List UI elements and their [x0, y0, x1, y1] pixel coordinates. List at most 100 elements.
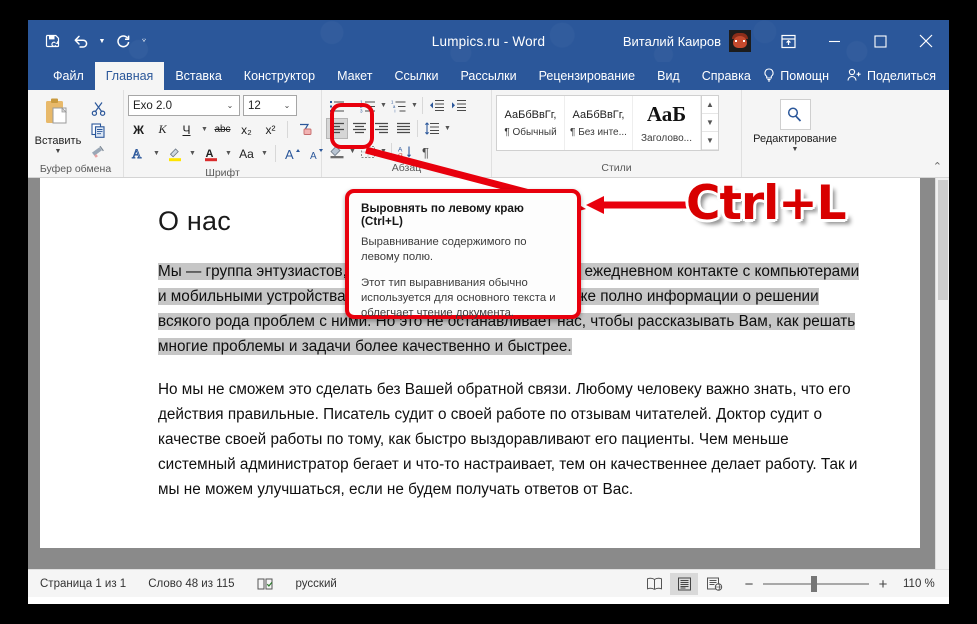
justify-button[interactable] — [392, 118, 414, 139]
svg-text:¶: ¶ — [422, 145, 429, 159]
font-name-input[interactable]: Exo 2.0 ⌄ — [128, 95, 240, 116]
tab-mailings[interactable]: Рассылки — [449, 62, 527, 90]
svg-text:A: A — [132, 146, 142, 161]
maximize-icon[interactable] — [857, 20, 903, 62]
numbering-button[interactable]: 123 — [357, 95, 379, 116]
save-icon[interactable] — [40, 28, 66, 54]
redo-icon[interactable] — [110, 28, 136, 54]
ribbon: Вставить ▼ Буфер обмена Exo 2.0 ⌄ 12 ⌄ Ж… — [28, 90, 949, 179]
avatar[interactable] — [729, 30, 751, 52]
tab-insert[interactable]: Вставка — [164, 62, 232, 90]
document-scrollbar[interactable] — [935, 178, 949, 569]
share-person-icon — [847, 68, 862, 85]
user-account-name[interactable]: Виталий Каиров — [623, 34, 721, 49]
chevron-down-icon[interactable]: ⌄ — [280, 101, 294, 110]
paste-button[interactable]: Вставить ▼ — [32, 95, 84, 156]
tell-me-button[interactable]: Помощн — [754, 67, 838, 85]
superscript-button[interactable]: x² — [260, 119, 281, 140]
tab-review[interactable]: Рецензирование — [528, 62, 647, 90]
style-heading[interactable]: АаБ Заголово... — [633, 96, 701, 150]
tab-home[interactable]: Главная — [94, 62, 165, 90]
proofing-icon[interactable] — [257, 577, 274, 591]
undo-icon[interactable] — [68, 28, 94, 54]
highlight-dropdown-icon[interactable]: ▼ — [188, 150, 197, 157]
status-language[interactable]: русский — [296, 578, 337, 590]
clear-formatting-button[interactable] — [294, 119, 315, 140]
underline-button[interactable]: Ч — [176, 119, 197, 140]
decrease-indent-button[interactable] — [426, 95, 448, 116]
style-normal[interactable]: АаБбВвГг, ¶ Обычный — [497, 96, 565, 150]
copy-button[interactable] — [86, 120, 110, 141]
bullets-button[interactable] — [326, 95, 348, 116]
zoom-slider-thumb[interactable] — [811, 576, 817, 592]
multilevel-dropdown-icon[interactable]: ▼ — [410, 102, 419, 109]
styles-scrollbar[interactable]: ▲ ▼ ▼ — [701, 96, 718, 150]
tab-references[interactable]: Ссылки — [383, 62, 449, 90]
styles-more-icon[interactable]: ▼ — [702, 132, 718, 150]
minimize-icon[interactable] — [811, 20, 857, 62]
underline-dropdown-icon[interactable]: ▼ — [200, 126, 209, 133]
multilevel-list-button[interactable]: 1ai — [388, 95, 410, 116]
close-icon[interactable] — [903, 20, 949, 62]
web-layout-icon[interactable] — [700, 573, 728, 595]
print-layout-icon[interactable] — [670, 573, 698, 595]
change-case-dropdown-icon[interactable]: ▼ — [260, 150, 269, 157]
show-formatting-marks-button[interactable]: ¶ — [417, 141, 439, 162]
increase-indent-button[interactable] — [448, 95, 470, 116]
editing-dropdown-icon[interactable]: ▼ — [792, 146, 799, 154]
text-effects-dropdown-icon[interactable]: ▼ — [152, 150, 161, 157]
sort-button[interactable]: AЯ — [395, 141, 417, 162]
align-right-button[interactable] — [370, 118, 392, 139]
read-mode-icon[interactable] — [640, 573, 668, 595]
divider — [417, 120, 418, 137]
styles-scroll-up-icon[interactable]: ▲ — [702, 96, 718, 114]
share-button[interactable]: Поделиться — [838, 68, 945, 85]
font-color-dropdown-icon[interactable]: ▼ — [224, 150, 233, 157]
font-size-input[interactable]: 12 ⌄ — [243, 95, 297, 116]
align-center-button[interactable] — [348, 118, 370, 139]
status-page[interactable]: Страница 1 из 1 — [40, 578, 126, 590]
undo-dropdown-icon[interactable]: ▼ — [96, 28, 108, 54]
strikethrough-button[interactable]: abc — [212, 119, 233, 140]
zoom-slider[interactable] — [763, 576, 869, 592]
document-page[interactable]: О нас Мы — группа энтузиастов, цель кото… — [40, 178, 920, 548]
shading-dropdown-icon[interactable]: ▼ — [348, 148, 357, 155]
zoom-level[interactable]: 110 % — [903, 578, 939, 590]
chevron-down-icon[interactable]: ⌄ — [223, 101, 237, 110]
align-left-button[interactable] — [326, 118, 348, 139]
styles-scroll-down-icon[interactable]: ▼ — [702, 114, 718, 132]
line-spacing-button[interactable] — [421, 118, 443, 139]
subscript-button[interactable]: x₂ — [236, 119, 257, 140]
text-effects-button[interactable]: A — [128, 143, 149, 164]
tab-design[interactable]: Конструктор — [233, 62, 326, 90]
borders-button[interactable] — [357, 141, 379, 162]
zoom-in-button[interactable]: + — [876, 576, 890, 593]
font-color-button[interactable]: A — [200, 143, 221, 164]
style-sample: АаБбВвГг, — [572, 108, 625, 121]
cut-button[interactable] — [86, 98, 110, 119]
zoom-out-button[interactable]: − — [742, 576, 756, 593]
customize-qat-icon[interactable]: ⩒ — [138, 28, 150, 54]
bold-button[interactable]: Ж — [128, 119, 149, 140]
tab-help[interactable]: Справка — [691, 62, 762, 90]
ribbon-display-options-icon[interactable] — [765, 20, 811, 62]
change-case-button[interactable]: Aa — [236, 143, 257, 164]
editing-button[interactable]: Редактирование ▼ — [746, 95, 844, 154]
style-no-spacing[interactable]: АаБбВвГг, ¶ Без инте... — [565, 96, 633, 150]
borders-dropdown-icon[interactable]: ▼ — [379, 148, 388, 155]
scrollbar-thumb[interactable] — [938, 180, 948, 300]
grow-font-button[interactable]: A — [282, 143, 303, 164]
collapse-ribbon-icon[interactable]: ⌃ — [933, 160, 942, 173]
italic-button[interactable]: К — [152, 119, 173, 140]
format-painter-button[interactable] — [86, 142, 110, 163]
paste-dropdown-icon[interactable]: ▼ — [55, 148, 62, 156]
status-words[interactable]: Слово 48 из 115 — [148, 578, 234, 590]
bullets-dropdown-icon[interactable]: ▼ — [348, 102, 357, 109]
tab-file[interactable]: Файл — [42, 62, 95, 90]
highlight-color-button[interactable] — [164, 143, 185, 164]
tab-view[interactable]: Вид — [646, 62, 691, 90]
line-spacing-dropdown-icon[interactable]: ▼ — [443, 125, 452, 132]
numbering-dropdown-icon[interactable]: ▼ — [379, 102, 388, 109]
shading-button[interactable] — [326, 141, 348, 162]
tab-layout[interactable]: Макет — [326, 62, 383, 90]
